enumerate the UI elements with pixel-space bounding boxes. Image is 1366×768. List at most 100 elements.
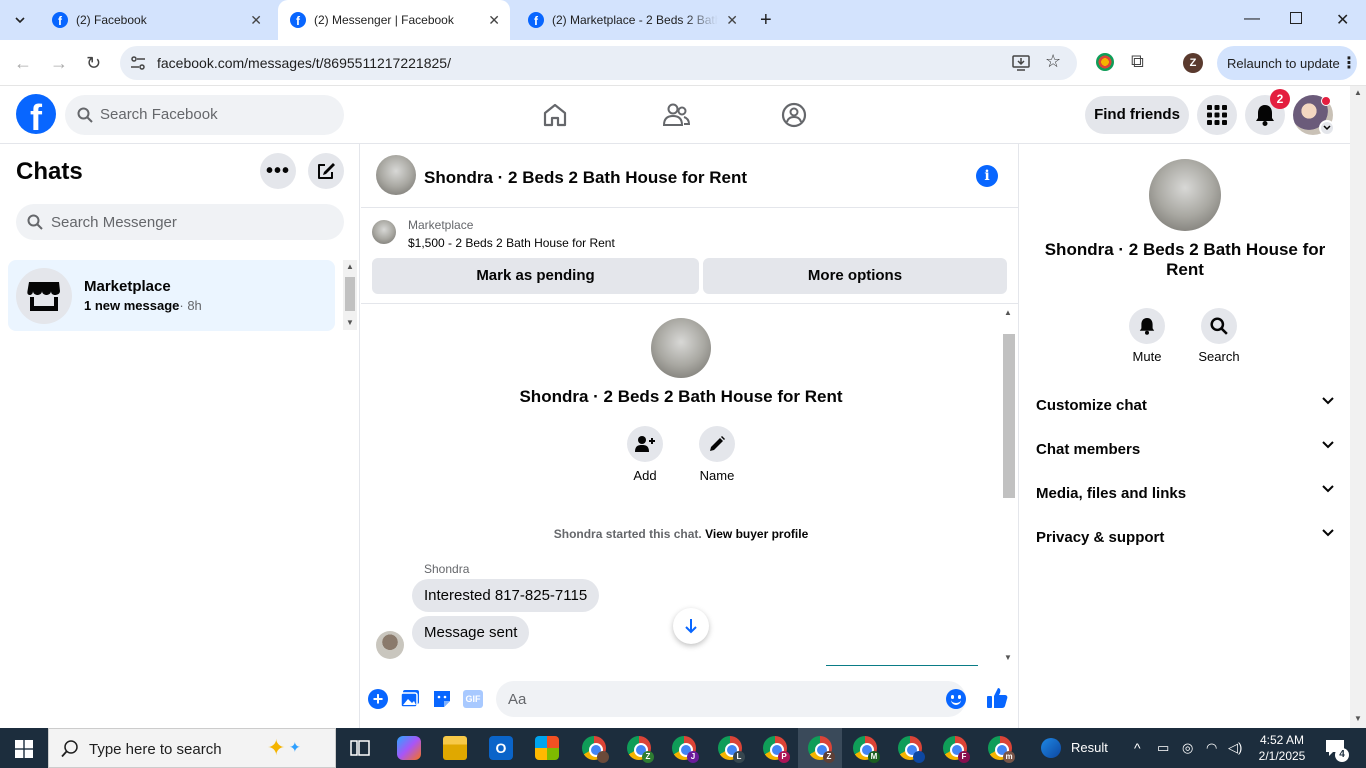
home-icon[interactable] — [542, 102, 568, 128]
file-explorer-icon[interactable] — [443, 736, 467, 760]
edit-name-button[interactable] — [699, 426, 735, 462]
plus-icon[interactable]: + — [368, 689, 388, 709]
minimize-icon[interactable]: — — [1244, 10, 1260, 28]
more-options-button[interactable]: More options — [703, 258, 1007, 294]
groups-icon[interactable] — [781, 102, 807, 128]
menu-grid-button[interactable] — [1197, 95, 1237, 135]
scroll-down-icon[interactable]: ▼ — [1354, 714, 1362, 723]
scroll-up-icon[interactable]: ▲ — [346, 262, 354, 271]
close-icon[interactable]: ✕ — [250, 12, 262, 29]
thumbs-up-icon[interactable] — [986, 687, 1008, 709]
chat-list-scrollbar[interactable]: ▲ ▼ — [343, 260, 357, 330]
search-in-conversation-button[interactable] — [1201, 308, 1237, 344]
weather-widget-icon[interactable] — [1041, 738, 1061, 758]
forward-arrow-icon[interactable]: → — [50, 53, 68, 74]
tab-messenger[interactable]: f (2) Messenger | Facebook ✕ — [278, 0, 510, 40]
scrollbar-thumb[interactable] — [345, 277, 355, 311]
scroll-to-bottom-button[interactable] — [673, 608, 709, 644]
chevron-up-icon[interactable]: ^ — [1134, 740, 1141, 756]
install-app-icon[interactable] — [1012, 55, 1030, 71]
bookmark-star-icon[interactable]: ☆ — [1045, 51, 1061, 72]
add-people-button[interactable] — [627, 426, 663, 462]
tab-marketplace[interactable]: f (2) Marketplace - 2 Beds 2 Bath ✕ — [516, 0, 748, 40]
outlook-icon[interactable]: O — [489, 736, 513, 760]
chrome-profile-badge: L — [733, 751, 745, 763]
scroll-up-icon[interactable]: ▲ — [1354, 88, 1362, 97]
info-icon[interactable]: i — [976, 165, 998, 187]
chrome-icon[interactable]: L — [718, 736, 745, 763]
listing-thumbnail[interactable] — [372, 220, 396, 244]
facebook-search-input[interactable]: Search Facebook — [65, 95, 344, 135]
reload-icon[interactable]: ↻ — [86, 53, 101, 74]
scrollbar-thumb[interactable] — [1003, 334, 1015, 498]
browser-profile-avatar[interactable]: Z — [1183, 53, 1203, 73]
tab-facebook[interactable]: f (2) Facebook ✕ — [40, 0, 272, 40]
find-friends-button[interactable]: Find friends — [1085, 96, 1189, 134]
message-input[interactable]: Aa — [496, 681, 966, 717]
back-arrow-icon[interactable]: ← — [14, 53, 32, 74]
taskbar-search-input[interactable]: Type here to search ✦ ✦ — [48, 728, 336, 768]
photo-icon[interactable] — [400, 689, 420, 709]
window-close-icon[interactable]: ✕ — [1336, 10, 1349, 30]
chrome-icon[interactable]: P — [763, 736, 790, 763]
thread-scrollbar[interactable]: ▲ ▼ — [1001, 306, 1017, 666]
close-icon[interactable]: ✕ — [488, 12, 500, 29]
chrome-icon[interactable]: m — [988, 736, 1015, 763]
media-files-links-section[interactable]: Media, files and links — [1036, 485, 1334, 502]
tab-search-chevron-icon[interactable] — [8, 8, 32, 32]
new-tab-plus-icon[interactable]: + — [760, 9, 772, 32]
relaunch-to-update-button[interactable]: Relaunch to update ⋮ — [1217, 46, 1357, 80]
speaker-icon[interactable]: ◁) — [1228, 740, 1242, 756]
listing-title[interactable]: $1,500 - 2 Beds 2 Bath House for Rent — [408, 236, 615, 250]
battery-icon[interactable]: ▭ — [1157, 740, 1169, 756]
chats-options-button[interactable]: ••• — [260, 153, 296, 189]
friends-icon[interactable] — [662, 102, 690, 128]
close-icon[interactable]: ✕ — [726, 12, 738, 29]
search-messenger-input[interactable]: Search Messenger — [16, 204, 344, 240]
kebab-menu-icon[interactable]: ⋮ — [1341, 53, 1357, 73]
extension-icon[interactable] — [1096, 53, 1114, 71]
weather-label[interactable]: Result — [1071, 740, 1108, 755]
windows-start-icon[interactable] — [15, 740, 33, 758]
chat-list-item[interactable]: Marketplace 1 new message· 8h — [8, 260, 335, 331]
chrome-icon[interactable]: Z — [627, 736, 654, 763]
address-bar[interactable]: facebook.com/messages/t/8695511217221825… — [120, 46, 1077, 80]
chrome-icon[interactable] — [898, 736, 925, 763]
scroll-up-icon[interactable]: ▲ — [1004, 308, 1012, 317]
view-buyer-profile-link[interactable]: View buyer profile — [705, 527, 808, 541]
customize-chat-section[interactable]: Customize chat — [1036, 397, 1334, 414]
site-settings-icon[interactable] — [130, 56, 146, 70]
account-chevron-icon[interactable] — [1319, 120, 1335, 136]
copilot-icon[interactable] — [397, 736, 421, 760]
chrome-icon[interactable]: J — [672, 736, 699, 763]
wifi-icon[interactable]: ◠ — [1206, 740, 1217, 756]
camera-icon[interactable]: ◎ — [1182, 740, 1193, 756]
task-view-icon[interactable] — [350, 738, 370, 758]
mute-button[interactable] — [1129, 308, 1165, 344]
clock[interactable]: 4:52 AM 2/1/2025 — [1254, 732, 1310, 764]
facebook-logo-icon[interactable]: f — [16, 94, 56, 134]
microsoft-store-icon[interactable] — [535, 736, 559, 760]
conversation-title[interactable]: Shondra · 2 Beds 2 Bath House for Rent — [424, 168, 747, 188]
chat-members-section[interactable]: Chat members — [1036, 441, 1334, 458]
chrome-icon[interactable]: M — [853, 736, 880, 763]
scroll-down-icon[interactable]: ▼ — [1004, 653, 1012, 662]
new-message-button[interactable] — [308, 153, 344, 189]
chrome-icon[interactable]: Z — [808, 736, 835, 763]
mark-as-pending-button[interactable]: Mark as pending — [372, 258, 699, 294]
privacy-support-section[interactable]: Privacy & support — [1036, 529, 1334, 546]
message-bubble[interactable]: Message sent — [412, 616, 530, 649]
details-avatar[interactable] — [1149, 159, 1221, 231]
extensions-puzzle-icon[interactable]: ⧉ — [1131, 51, 1144, 72]
scroll-down-icon[interactable]: ▼ — [346, 318, 354, 327]
page-scrollbar[interactable]: ▲ ▼ — [1350, 86, 1366, 728]
chrome-icon[interactable] — [582, 736, 609, 763]
chrome-icon[interactable]: F — [943, 736, 970, 763]
restore-icon[interactable] — [1290, 12, 1302, 24]
sticker-icon[interactable] — [432, 689, 452, 709]
sender-avatar[interactable] — [376, 631, 404, 659]
emoji-icon[interactable] — [946, 689, 966, 709]
gif-icon[interactable]: GIF — [463, 690, 483, 708]
message-bubble[interactable]: Interested 817-825-7115 — [412, 579, 600, 612]
listing-avatar[interactable] — [376, 155, 416, 195]
